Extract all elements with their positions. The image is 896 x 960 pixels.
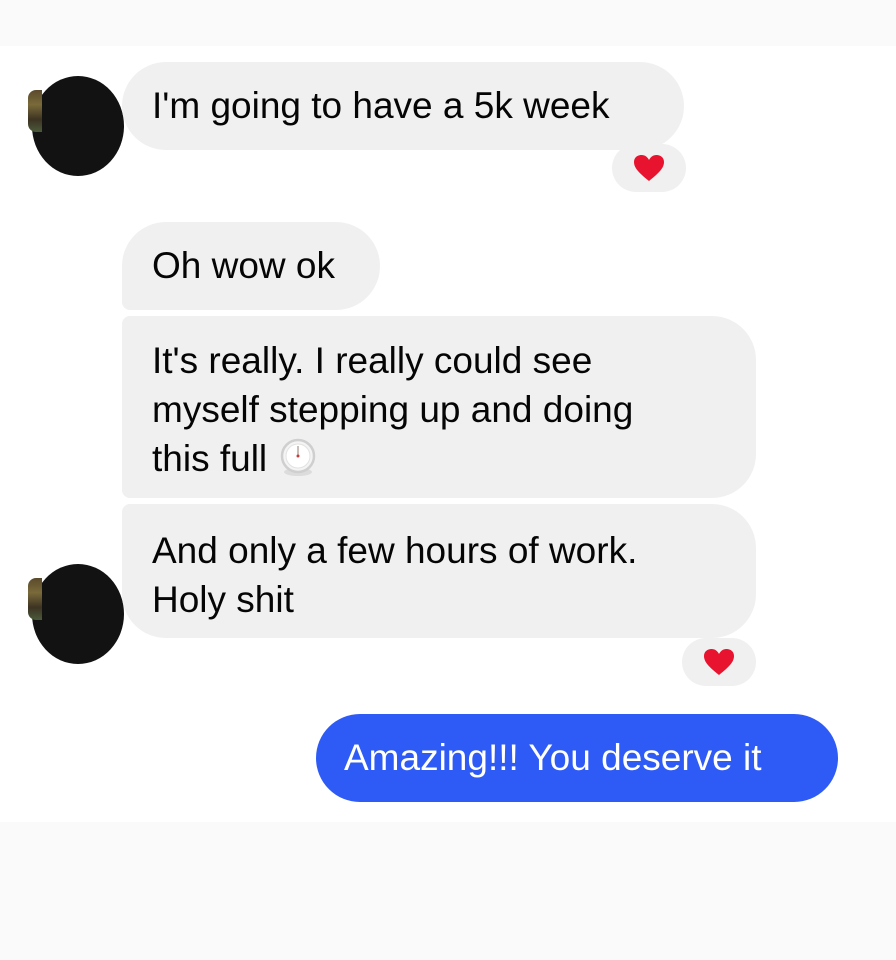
chat-thread[interactable]: I'm going to have a 5k week Oh wow ok It… (0, 46, 896, 822)
received-message-bubble[interactable]: And only a few hours of work. Holy shit (122, 504, 756, 638)
message-line: this full (152, 438, 268, 479)
avatar-photo-edge (28, 90, 42, 132)
received-message-bubble[interactable]: Oh wow ok (122, 222, 380, 310)
clock-icon (277, 437, 319, 489)
message-text: I'm going to have a 5k week (152, 85, 610, 126)
contact-avatar[interactable] (28, 76, 124, 176)
heart-reaction[interactable] (682, 638, 756, 686)
message-line: Holy shit (152, 579, 294, 620)
avatar-photo-edge (28, 578, 42, 620)
sent-message-bubble[interactable]: Amazing!!! You deserve it (316, 714, 838, 802)
message-text: Oh wow ok (152, 245, 336, 286)
message-line: It's really. I really could see (152, 340, 593, 381)
received-message-bubble[interactable]: It's really. I really could see myself s… (122, 316, 756, 498)
message-line: myself stepping up and doing (152, 389, 634, 430)
contact-avatar[interactable] (28, 564, 124, 664)
messenger-screenshot: I'm going to have a 5k week Oh wow ok It… (0, 0, 896, 960)
heart-reaction[interactable] (612, 144, 686, 192)
heart-icon (703, 648, 735, 676)
message-line: And only a few hours of work. (152, 530, 638, 571)
heart-icon (633, 154, 665, 182)
received-message-bubble[interactable]: I'm going to have a 5k week (122, 62, 684, 150)
message-text: Amazing!!! You deserve it (344, 737, 762, 778)
